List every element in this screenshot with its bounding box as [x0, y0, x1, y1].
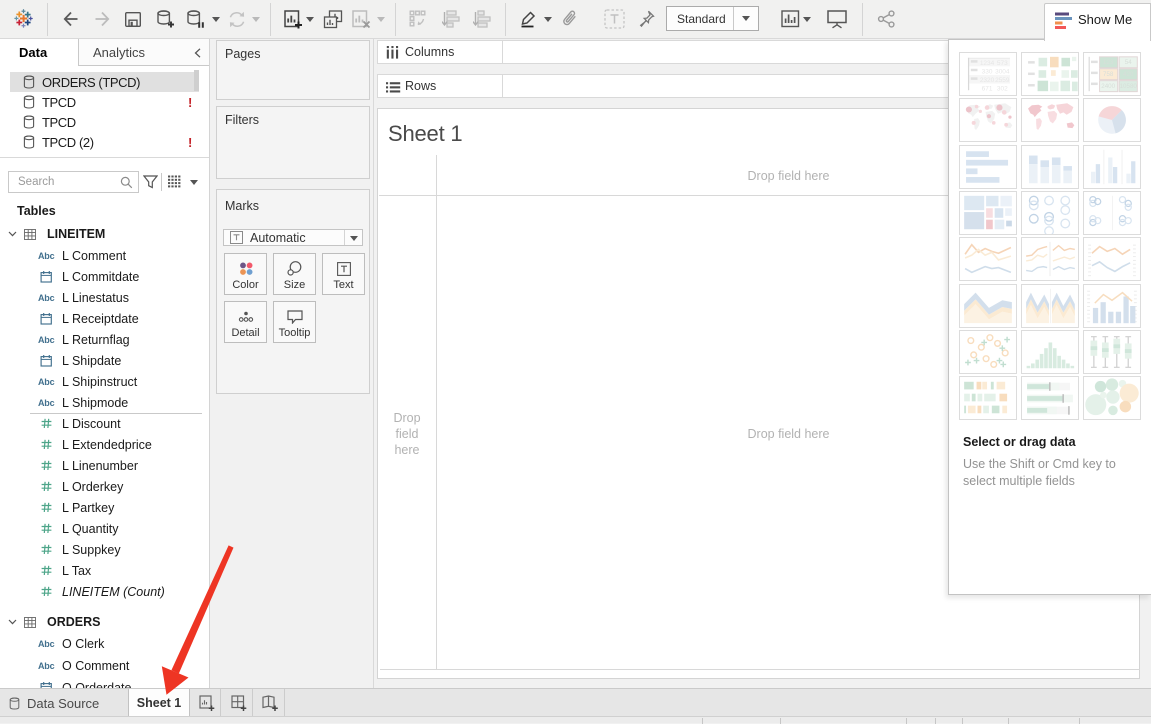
svg-text:3004: 3004: [995, 69, 1010, 76]
svg-text:2559: 2559: [995, 77, 1010, 84]
svg-text:420: 420: [1123, 71, 1134, 78]
svg-text:1234: 1234: [980, 60, 995, 67]
svg-text:758: 758: [1103, 71, 1114, 78]
svg-text:2320: 2320: [980, 77, 995, 84]
svg-text:302: 302: [997, 86, 1008, 93]
svg-text:2400: 2400: [1101, 83, 1115, 90]
svg-text:123: 123: [1103, 59, 1114, 66]
svg-text:573: 573: [997, 60, 1008, 67]
svg-text:10580: 10580: [1120, 83, 1138, 90]
svg-text:54: 54: [1125, 59, 1132, 66]
svg-text:671: 671: [982, 86, 993, 93]
svg-text:330: 330: [982, 69, 993, 76]
